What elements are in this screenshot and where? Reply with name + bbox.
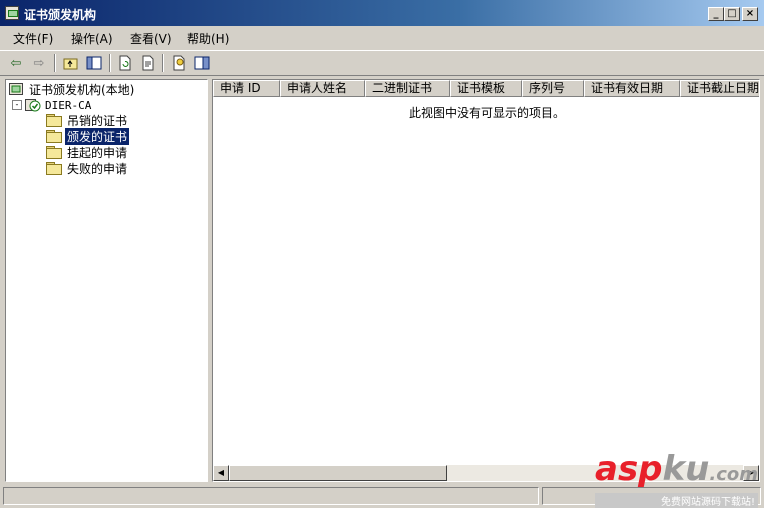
folder-open-icon	[46, 130, 62, 143]
export-list-icon[interactable]	[139, 54, 157, 72]
scrollbar-thumb[interactable]	[229, 465, 447, 481]
tree-item-folder[interactable]: 挂起的申请	[46, 144, 129, 160]
back-icon[interactable]: ⇦	[7, 54, 25, 72]
folder-label: 颁发的证书	[63, 126, 131, 146]
menu-file[interactable]: 文件(F)	[13, 30, 53, 47]
column-header[interactable]: 序列号	[522, 80, 584, 97]
tree-root-label: 证书颁发机构(本地)	[29, 82, 135, 97]
forward-icon[interactable]: ⇨	[30, 54, 48, 72]
watermark-asp: asp	[595, 449, 663, 489]
refresh-icon[interactable]	[116, 54, 134, 72]
toolbar-separator	[109, 54, 111, 72]
details-pane[interactable]: 申请 ID 申请人姓名 二进制证书 证书模板 序列号 证书有效日期 证书截止日期…	[212, 79, 760, 482]
console-tree[interactable]: 证书颁发机构(本地) - DIER-CA 吊销的证书 颁发的证书 挂起的申请 失…	[5, 79, 208, 482]
column-header[interactable]: 申请人姓名	[280, 80, 365, 97]
watermark-ku: ku	[662, 449, 710, 489]
window-title: 证书颁发机构	[24, 8, 97, 22]
watermark-brand: aspku.com	[595, 452, 758, 492]
ca-server-icon	[25, 98, 41, 112]
scroll-left-icon[interactable]: ◀	[213, 465, 229, 481]
folder-icon	[46, 162, 62, 175]
menu-help[interactable]: 帮助(H)	[187, 30, 229, 47]
help-icon[interactable]	[193, 54, 211, 72]
close-button[interactable]: ×	[742, 7, 758, 21]
folder-icon	[46, 146, 62, 159]
properties-icon[interactable]	[170, 54, 188, 72]
folder-label: 吊销的证书	[67, 113, 128, 128]
certificate-authority-icon	[5, 6, 19, 20]
tree-item-folder[interactable]: 颁发的证书	[46, 126, 131, 146]
menu-action[interactable]: 操作(A)	[71, 30, 113, 47]
certificate-authority-icon	[9, 82, 23, 96]
folder-label: 失败的申请	[67, 161, 128, 176]
watermark-com: .com	[709, 464, 758, 485]
watermark-logo: aspku.com 免费网站源码下载站!	[595, 452, 758, 508]
minimize-button[interactable]: _	[708, 7, 724, 21]
show-hide-tree-icon[interactable]	[85, 54, 103, 72]
collapse-icon[interactable]: -	[12, 100, 22, 110]
ca-node-label: DIER-CA	[45, 98, 92, 112]
tree-item-root[interactable]: 证书颁发机构(本地)	[9, 81, 136, 97]
maximize-button[interactable]: □	[724, 7, 740, 21]
column-header[interactable]: 证书有效日期	[584, 80, 680, 97]
title-bar: 证书颁发机构 _ □ ×	[0, 0, 764, 26]
column-header[interactable]: 证书截止日期	[680, 80, 759, 97]
column-header-row: 申请 ID 申请人姓名 二进制证书 证书模板 序列号 证书有效日期 证书截止日期	[213, 80, 759, 97]
column-header[interactable]: 二进制证书	[365, 80, 450, 97]
menu-view[interactable]: 查看(V)	[130, 30, 172, 47]
tree-item-folder[interactable]: 吊销的证书	[46, 112, 129, 128]
folder-label: 挂起的申请	[67, 145, 128, 160]
folder-icon	[46, 114, 62, 127]
toolbar: ⇦ ⇨	[0, 50, 764, 76]
watermark-tagline: 免费网站源码下载站!	[595, 493, 758, 508]
column-header[interactable]: 证书模板	[450, 80, 522, 97]
toolbar-separator	[162, 54, 164, 72]
menu-bar: 文件(F) 操作(A) 查看(V) 帮助(H)	[0, 26, 764, 48]
toolbar-separator	[54, 54, 56, 72]
column-header[interactable]: 申请 ID	[213, 80, 280, 97]
up-level-icon[interactable]	[62, 54, 80, 72]
status-panel-main	[3, 487, 539, 505]
tree-item-folder[interactable]: 失败的申请	[46, 160, 129, 176]
empty-list-message: 此视图中没有可显示的项目。	[408, 106, 565, 120]
